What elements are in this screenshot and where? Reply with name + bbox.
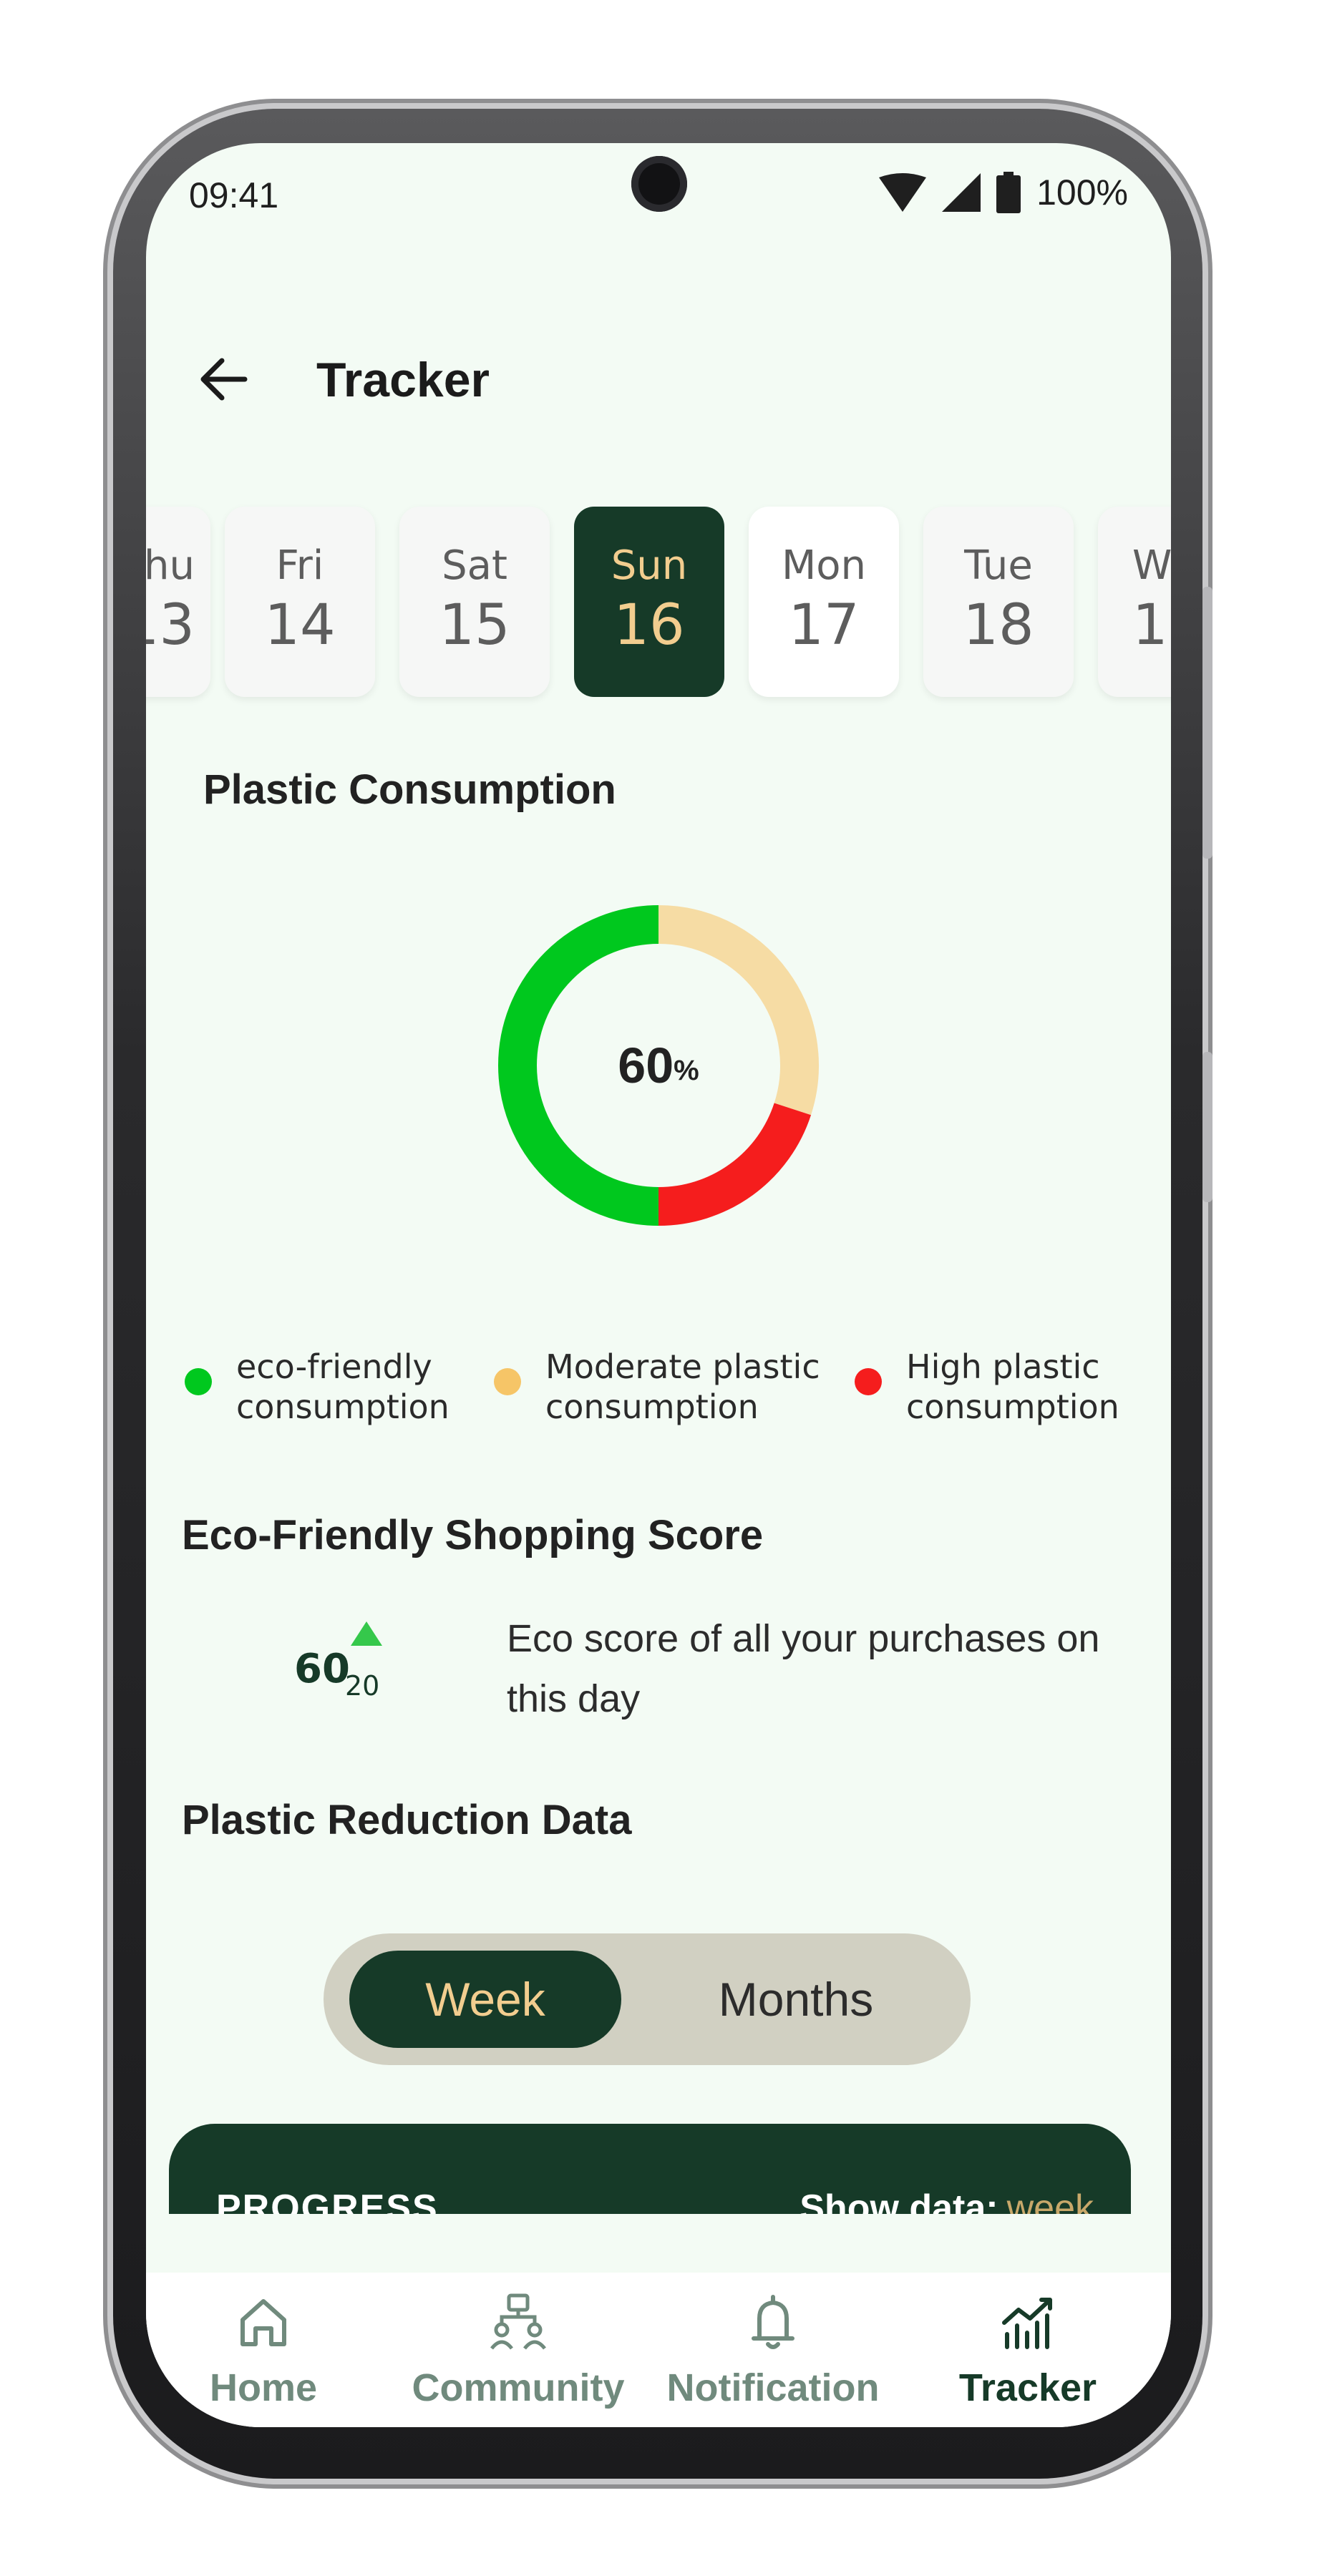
date-dow: Wed xyxy=(1132,542,1171,589)
progress-card: PROGRESS Show data: week xyxy=(169,2124,1131,2214)
date-dow: Mon xyxy=(781,542,867,589)
back-arrow-icon xyxy=(200,358,248,401)
date-dow: Sat xyxy=(442,542,507,589)
community-icon xyxy=(490,2293,546,2350)
date-card-partial-left[interactable]: Thu 13 xyxy=(146,507,210,697)
date-card[interactable]: Tue 18 xyxy=(923,507,1074,697)
nav-item-home[interactable]: Home xyxy=(146,2291,385,2410)
date-dow: Tue xyxy=(964,542,1033,589)
power-button xyxy=(1202,587,1212,859)
date-card[interactable]: Mon 17 xyxy=(749,507,899,697)
show-data-value[interactable]: week xyxy=(1007,2187,1094,2214)
nav-item-tracker[interactable]: Tracker xyxy=(906,2291,1150,2410)
date-day: 16 xyxy=(613,593,685,658)
trend-up-icon xyxy=(351,1621,382,1646)
donut-chart: 60 % xyxy=(492,899,825,1231)
donut-value: 60 xyxy=(618,1038,674,1093)
period-toggle[interactable]: Week Months xyxy=(324,1933,971,2065)
status-time: 09:41 xyxy=(189,175,279,215)
date-card[interactable]: Sat 15 xyxy=(399,507,550,697)
nav-label: Notification xyxy=(666,2366,880,2409)
front-camera xyxy=(631,156,687,212)
legend-item-eco: eco-friendly consumption xyxy=(185,1347,449,1427)
eco-score-title: Eco-Friendly Shopping Score xyxy=(182,1512,764,1558)
show-data-label: Show data: xyxy=(800,2187,998,2214)
battery-icon xyxy=(996,172,1021,213)
status-bar: 09:41 100% xyxy=(146,143,1171,258)
volume-button xyxy=(1202,1052,1212,1202)
eco-score-change: 20 xyxy=(345,1670,380,1702)
nav-label: Tracker xyxy=(958,2366,1097,2409)
legend-dot xyxy=(185,1368,212,1395)
back-button[interactable] xyxy=(195,351,252,408)
wifi-icon xyxy=(879,173,927,212)
status-icons: 100% xyxy=(879,172,1128,213)
date-dow: Thu xyxy=(146,542,195,589)
date-day: 14 xyxy=(264,593,336,658)
page-title: Tracker xyxy=(316,353,490,407)
date-strip[interactable]: Thu 13 Fri 14 Sat 15 Sun 16 Mon 17 Tue 1… xyxy=(146,507,1171,698)
bottom-nav: Home Community Notification Tracker xyxy=(146,2273,1171,2427)
show-data-selector[interactable]: Show data: week xyxy=(800,2187,1094,2214)
date-card[interactable]: Fri 14 xyxy=(225,507,375,697)
legend-item-high: High plastic consumption xyxy=(855,1347,1128,1427)
date-day: 18 xyxy=(963,593,1034,658)
toggle-week[interactable]: Week xyxy=(349,1951,621,2048)
date-day: 17 xyxy=(788,593,860,658)
eco-score-value: 60 xyxy=(294,1646,350,1692)
legend-label: Moderate plastic consumption xyxy=(545,1347,820,1426)
donut-unit: % xyxy=(674,1054,699,1086)
date-day: 19 xyxy=(1132,593,1171,658)
legend-label: High plastic consumption xyxy=(906,1347,1119,1426)
date-dow: Fri xyxy=(276,542,324,589)
progress-label: PROGRESS xyxy=(216,2187,439,2214)
date-card-selected[interactable]: Sun 16 xyxy=(574,507,724,697)
date-card-partial-right[interactable]: Wed 19 xyxy=(1098,507,1171,697)
legend-dot xyxy=(494,1368,521,1395)
nav-label: Home xyxy=(209,2366,318,2409)
battery-percent: 100% xyxy=(1036,172,1128,213)
plastic-reduction-title: Plastic Reduction Data xyxy=(182,1797,632,1843)
nav-item-community[interactable]: Community xyxy=(397,2291,640,2410)
date-day: 13 xyxy=(146,593,195,658)
screen: 09:41 100% Tracker Thu 13 Fri xyxy=(146,143,1171,2427)
legend-dot xyxy=(855,1368,882,1395)
toggle-months[interactable]: Months xyxy=(653,1951,939,2048)
date-day: 15 xyxy=(439,593,510,658)
nav-item-notification[interactable]: Notification xyxy=(651,2291,895,2410)
date-dow: Sun xyxy=(611,542,688,589)
legend-label: eco-friendly consumption xyxy=(236,1347,449,1426)
legend-item-moderate: Moderate plastic consumption xyxy=(494,1347,832,1427)
bell-icon xyxy=(752,2295,794,2349)
eco-score-description: Eco score of all your purchases on this … xyxy=(507,1617,1100,1720)
chart-icon xyxy=(1002,2298,1052,2349)
signal-icon xyxy=(942,173,981,212)
nav-label: Community xyxy=(412,2366,625,2409)
donut-center-label: 60 % xyxy=(492,899,825,1231)
plastic-consumption-title: Plastic Consumption xyxy=(203,766,616,813)
home-icon xyxy=(240,2299,286,2346)
